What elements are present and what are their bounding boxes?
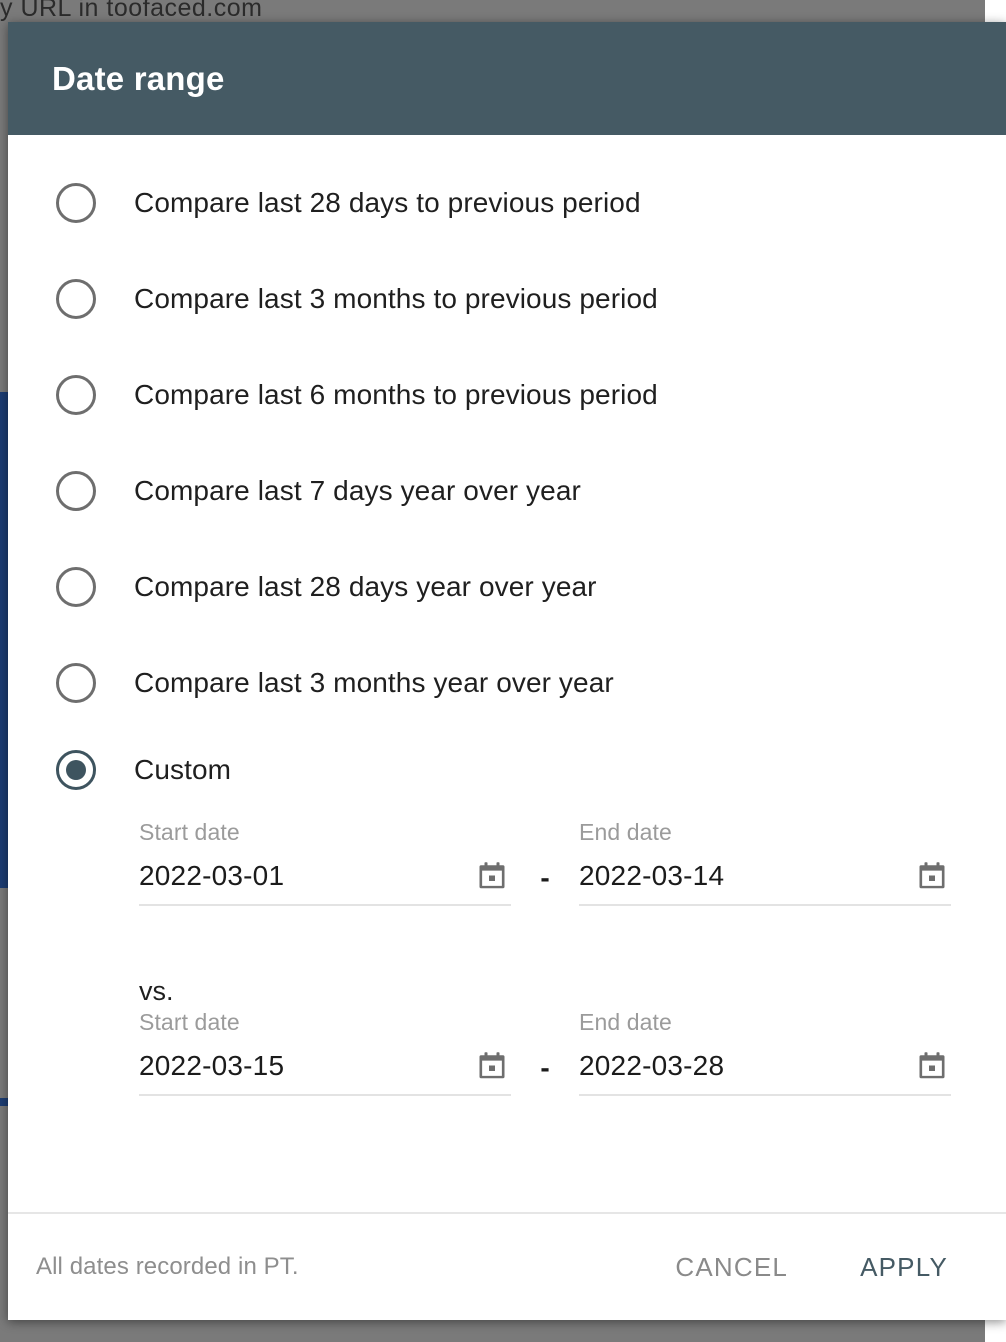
calendar-icon[interactable] [917, 1051, 947, 1081]
backdrop-left-accent-bar-lower [0, 1098, 8, 1106]
radio-icon[interactable] [56, 183, 96, 223]
date-range-option-list: Compare last 28 days to previous period … [8, 135, 1006, 809]
field-label: Start date [139, 1009, 240, 1035]
radio-icon[interactable] [56, 663, 96, 703]
option-compare-28-days-previous[interactable]: Compare last 28 days to previous period [8, 155, 1006, 251]
date-range-dialog: Date range Compare last 28 days to previ… [8, 22, 1006, 1320]
option-custom[interactable]: Custom [8, 731, 1006, 809]
comparison-date-row: Start date 2022-03-15 - End date 2022-03… [139, 1009, 1006, 1096]
dialog-header: Date range [8, 22, 1006, 135]
comparison-end-date-field[interactable]: End date 2022-03-28 [579, 1009, 951, 1096]
option-compare-7-days-yoy[interactable]: Compare last 7 days year over year [8, 443, 1006, 539]
option-label: Compare last 7 days year over year [134, 475, 581, 506]
dialog-footer: All dates recorded in PT. CANCEL APPLY [8, 1212, 1006, 1320]
option-label: Compare last 28 days to previous period [134, 187, 641, 218]
option-compare-28-days-yoy[interactable]: Compare last 28 days year over year [8, 539, 1006, 635]
comparison-range-separator: - [540, 1052, 550, 1083]
option-label: Compare last 28 days year over year [134, 571, 597, 602]
comparison-start-date-value[interactable]: 2022-03-15 [139, 1050, 284, 1082]
timezone-note: All dates recorded in PT. [36, 1253, 299, 1280]
comparison-start-date-field[interactable]: Start date 2022-03-15 [139, 1009, 511, 1096]
option-compare-3-months-previous[interactable]: Compare last 3 months to previous period [8, 251, 1006, 347]
primary-date-row: Start date 2022-03-01 - End date 2022-03… [139, 819, 1006, 906]
primary-end-date-value[interactable]: 2022-03-14 [579, 860, 724, 892]
primary-range-separator: - [540, 862, 550, 893]
calendar-icon[interactable] [477, 1051, 507, 1081]
versus-label: vs. [139, 976, 174, 1006]
backdrop-left-accent-bar [0, 392, 8, 888]
radio-icon[interactable] [56, 279, 96, 319]
custom-date-range-area: Start date 2022-03-01 - End date 2022-03… [8, 809, 1006, 1096]
radio-icon[interactable] [56, 375, 96, 415]
option-label: Compare last 6 months to previous period [134, 379, 658, 410]
primary-end-date-field[interactable]: End date 2022-03-14 [579, 819, 951, 906]
option-label: Custom [134, 754, 232, 785]
primary-start-date-field[interactable]: Start date 2022-03-01 [139, 819, 511, 906]
comparison-end-date-value[interactable]: 2022-03-28 [579, 1050, 724, 1082]
dialog-body: Compare last 28 days to previous period … [8, 135, 1006, 1212]
radio-icon[interactable] [56, 471, 96, 511]
radio-icon[interactable] [56, 567, 96, 607]
option-compare-3-months-yoy[interactable]: Compare last 3 months year over year [8, 635, 1006, 731]
primary-start-date-value[interactable]: 2022-03-01 [139, 860, 284, 892]
option-label: Compare last 3 months year over year [134, 667, 614, 698]
option-compare-6-months-previous[interactable]: Compare last 6 months to previous period [8, 347, 1006, 443]
apply-button[interactable]: APPLY [848, 1242, 960, 1293]
radio-icon-selected[interactable] [56, 750, 96, 790]
calendar-icon[interactable] [477, 861, 507, 891]
calendar-icon[interactable] [917, 861, 947, 891]
field-label: End date [579, 1009, 672, 1035]
backdrop-top-text: y URL in toofaced.com [0, 0, 263, 22]
cancel-button[interactable]: CANCEL [663, 1242, 800, 1293]
page-title: Date range [52, 59, 225, 97]
option-label: Compare last 3 months to previous period [134, 283, 658, 314]
field-label: Start date [139, 819, 240, 845]
field-label: End date [579, 819, 672, 845]
